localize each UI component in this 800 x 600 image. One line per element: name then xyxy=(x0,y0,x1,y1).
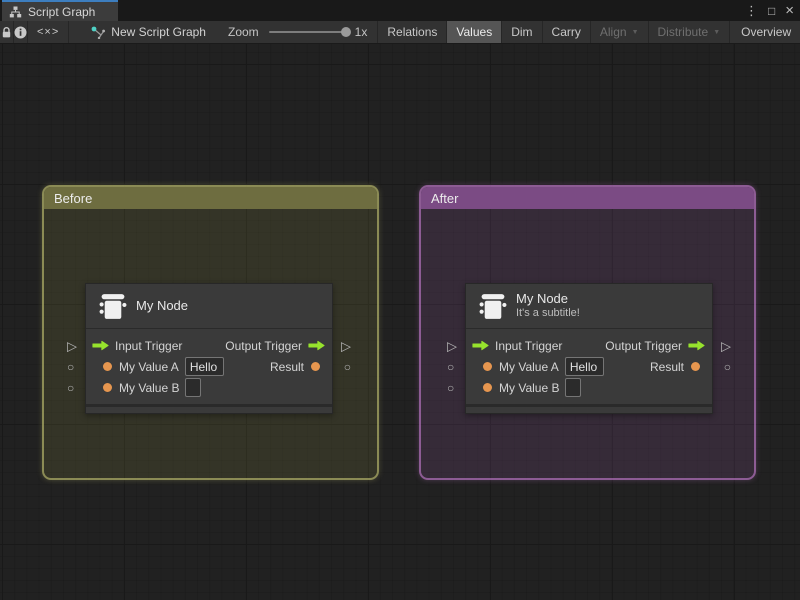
external-value-port[interactable]: ○ xyxy=(67,361,74,373)
toolbar-button-dim[interactable]: Dim xyxy=(502,21,543,43)
value-a-input[interactable] xyxy=(184,357,224,376)
port-row-value-a: ○ My Value A Result ○ xyxy=(447,356,731,377)
port-label-output-trigger: Output Trigger xyxy=(605,338,682,353)
external-value-port[interactable]: ○ xyxy=(447,361,454,373)
code-preview-icon: <×> xyxy=(37,26,60,38)
port-label-input-trigger: Input Trigger xyxy=(495,338,563,353)
info-icon xyxy=(14,26,27,39)
value-port-icon[interactable] xyxy=(311,362,320,371)
value-port-icon[interactable] xyxy=(691,362,700,371)
maximize-icon[interactable]: □ xyxy=(768,5,775,17)
node-subtitle: It's a subtitle! xyxy=(516,307,580,320)
port-row-value-a: ○ My Value A Result ○ xyxy=(67,356,351,377)
graph-name-label: New Script Graph xyxy=(111,25,206,39)
script-graph-window: Script Graph ⋮ □ × <×> New Script Graph … xyxy=(0,0,800,600)
toolbar-button-relations[interactable]: Relations xyxy=(377,21,448,43)
close-icon[interactable]: × xyxy=(785,3,794,18)
port-label-result: Result xyxy=(649,359,684,374)
trigger-arrow-icon[interactable] xyxy=(472,340,489,351)
lock-button[interactable] xyxy=(0,21,14,43)
port-label-result: Result xyxy=(269,359,304,374)
port-label-output-trigger: Output Trigger xyxy=(225,338,302,353)
value-port-icon[interactable] xyxy=(103,383,112,392)
external-input-trigger-port[interactable]: ▷ xyxy=(447,339,457,352)
external-output-trigger-port[interactable]: ▷ xyxy=(341,339,351,352)
tab-script-graph[interactable]: Script Graph xyxy=(2,0,118,21)
group-label: Before xyxy=(54,190,93,206)
node-my-node-after[interactable]: My Node It's a subtitle! ▷ Input Trigger… xyxy=(447,283,731,414)
window-menu-icon[interactable]: ⋮ xyxy=(745,4,758,17)
trigger-arrow-icon[interactable] xyxy=(92,340,109,351)
node-title: My Node xyxy=(516,291,569,306)
port-label-input-trigger: Input Trigger xyxy=(115,338,183,353)
external-output-trigger-port[interactable]: ▷ xyxy=(721,339,731,352)
inspect-button[interactable] xyxy=(14,21,28,43)
port-label-my-value-b: My Value B xyxy=(119,380,180,395)
node-header: My Node xyxy=(86,284,332,329)
tab-label: Script Graph xyxy=(28,4,96,19)
toolbar-button-overview[interactable]: Overview xyxy=(730,21,800,43)
node-my-node-before[interactable]: My Node ▷ Input Trigger Output Trigger ▷… xyxy=(67,283,351,414)
zoom-control: Zoom 1x xyxy=(228,21,367,43)
toolbar-button-carry[interactable]: Carry xyxy=(543,21,591,43)
zoom-label: Zoom xyxy=(227,25,259,39)
unit-icon xyxy=(478,292,508,321)
node-footer xyxy=(466,404,712,413)
zoom-value: 1x xyxy=(354,25,368,39)
group-before-header[interactable]: Before xyxy=(44,187,377,209)
external-value-port[interactable]: ○ xyxy=(724,361,731,373)
graph-canvas[interactable]: Before After My Node ▷ Input Trigger Out… xyxy=(0,44,800,600)
node-header: My Node It's a subtitle! xyxy=(466,284,712,329)
port-row-triggers: ▷ Input Trigger Output Trigger ▷ xyxy=(447,335,731,356)
lock-icon xyxy=(0,26,13,39)
trigger-arrow-icon[interactable] xyxy=(688,340,705,351)
port-label-my-value-a: My Value A xyxy=(499,359,559,374)
external-value-port[interactable]: ○ xyxy=(67,382,74,394)
port-row-value-b: ○ My Value B xyxy=(447,377,712,398)
value-port-icon[interactable] xyxy=(483,383,492,392)
external-input-trigger-port[interactable]: ▷ xyxy=(67,339,77,352)
code-preview-button[interactable]: <×> xyxy=(28,21,70,43)
node-body: ▷ Input Trigger Output Trigger ▷ ○ My Va xyxy=(447,329,731,404)
zoom-slider-handle[interactable] xyxy=(340,27,351,37)
graph-breadcrumb[interactable]: New Script Graph xyxy=(91,21,206,43)
value-port-icon[interactable] xyxy=(103,362,112,371)
value-b-input[interactable] xyxy=(565,378,582,397)
value-port-icon[interactable] xyxy=(483,362,492,371)
port-label-my-value-a: My Value A xyxy=(119,359,179,374)
port-row-value-b: ○ My Value B xyxy=(67,377,332,398)
group-after-header[interactable]: After xyxy=(421,187,754,209)
group-label: After xyxy=(431,190,459,206)
toolbar-button-align: Align ▼ xyxy=(591,21,649,43)
trigger-arrow-icon[interactable] xyxy=(308,340,325,351)
node-title: My Node xyxy=(136,297,189,313)
chevron-down-icon: ▼ xyxy=(631,28,639,36)
port-label-my-value-b: My Value B xyxy=(499,380,560,395)
node-body: ▷ Input Trigger Output Trigger ▷ ○ My Va xyxy=(67,329,351,404)
window-controls: ⋮ □ × xyxy=(745,0,794,21)
external-value-port[interactable]: ○ xyxy=(447,382,454,394)
tab-bar: Script Graph ⋮ □ × xyxy=(0,0,800,21)
port-row-triggers: ▷ Input Trigger Output Trigger ▷ xyxy=(67,335,351,356)
node-footer xyxy=(86,404,332,413)
toolbar-button-distribute: Distribute ▼ xyxy=(649,21,731,43)
zoom-slider[interactable] xyxy=(268,27,351,37)
value-a-input[interactable] xyxy=(564,357,604,376)
toolbar-button-values[interactable]: Values xyxy=(447,21,503,43)
toolbar: <×> New Script Graph Zoom 1x Relations V… xyxy=(0,21,800,44)
value-b-input[interactable] xyxy=(185,378,202,397)
graph-hierarchy-icon xyxy=(9,6,22,18)
unit-icon xyxy=(98,292,128,321)
script-graph-asset-icon xyxy=(91,26,106,39)
chevron-down-icon: ▼ xyxy=(713,28,721,36)
external-value-port[interactable]: ○ xyxy=(344,361,351,373)
